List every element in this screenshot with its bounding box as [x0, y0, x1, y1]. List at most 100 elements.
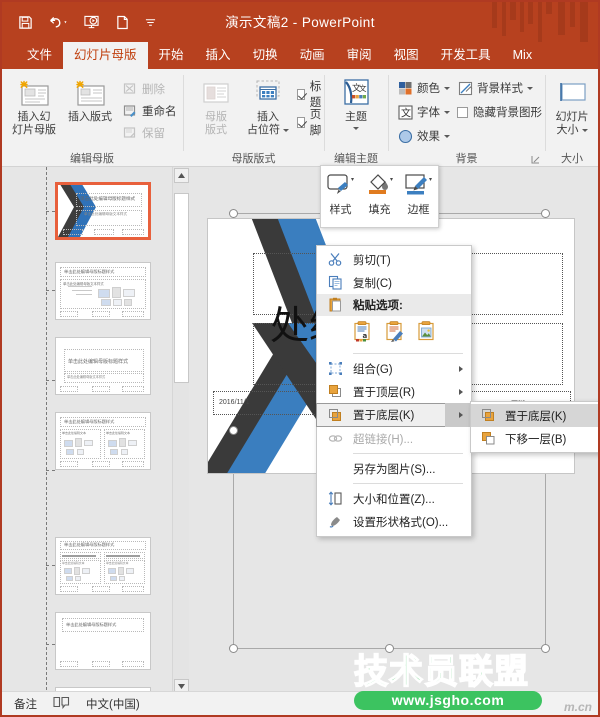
title-checkbox[interactable]: 标题: [297, 85, 325, 103]
thumbnail-scrollbar[interactable]: [172, 167, 189, 695]
submenu-item-send-backward[interactable]: 下移一层(B): [471, 427, 600, 450]
scroll-up-arrow-icon[interactable]: [174, 168, 189, 183]
insert-placeholder-button[interactable]: 插入 占位符: [242, 77, 294, 137]
master-layout-label-1: 母版: [190, 111, 242, 124]
theme-colors-button[interactable]: 颜色: [397, 78, 450, 98]
bg-styles-icon: [457, 80, 473, 96]
list-item[interactable]: 单击此处编辑母版标题样式 单击此处编辑母版文本样式: [55, 337, 151, 395]
tab-developer[interactable]: 开发工具: [430, 42, 502, 69]
theme-chevron-down-icon[interactable]: [353, 127, 359, 130]
thumb-connector: [46, 565, 55, 566]
insert-slide-master-button[interactable]: 插入幻 灯片母版: [8, 77, 60, 137]
fonts-chevron-down-icon[interactable]: [444, 111, 450, 114]
list-item[interactable]: 单击此处编辑母版标题样式 单击此处编辑母版文本样式: [55, 262, 151, 320]
master-layout-icon: [190, 77, 242, 111]
slide-size-label-1: 幻灯片: [548, 111, 596, 124]
context-menu-item-send-to-back[interactable]: 置于底层(K): [316, 403, 472, 427]
resize-handle-nw[interactable]: [229, 209, 238, 218]
context-menu[interactable]: 剪切(T) 复制(C) 粘贴选项: a: [316, 245, 472, 537]
context-menu-item-size-and-position[interactable]: 大小和位置(Z)...: [317, 487, 471, 510]
theme-fonts-button[interactable]: 文 字体: [397, 102, 450, 122]
paste-as-picture-icon[interactable]: [417, 321, 437, 345]
context-menu-item-cut[interactable]: 剪切(T): [317, 248, 471, 271]
delete-master-button[interactable]: 删除: [122, 79, 165, 99]
tab-file[interactable]: 文件: [16, 42, 63, 69]
checkbox-hide-bg-box[interactable]: [457, 107, 468, 118]
tab-transitions[interactable]: 切换: [242, 42, 289, 69]
context-menu-item-group[interactable]: 组合(G): [317, 357, 471, 380]
tab-mix[interactable]: Mix: [502, 42, 543, 69]
preserve-label: 保留: [142, 125, 165, 141]
tab-animations[interactable]: 动画: [289, 42, 336, 69]
hide-bg-graphics-checkbox[interactable]: 隐藏背景图形: [457, 103, 542, 121]
slide-size-button[interactable]: 幻灯片 大小: [548, 77, 596, 137]
list-item[interactable]: 单击此处编辑母版标题样式 单击此处编辑文本 单击此处编辑文本: [55, 412, 151, 470]
ribbon-group-edit-master: 插入幻 灯片母版 插入版式: [2, 69, 182, 167]
resize-handle-sw[interactable]: [229, 644, 238, 653]
resize-handle-ne[interactable]: [541, 209, 550, 218]
submenu-item-send-backward-label: 下移一层(B): [505, 431, 566, 447]
resize-handle-w[interactable]: [229, 426, 238, 435]
slide-size-chevron-down-icon[interactable]: [582, 129, 588, 132]
ribbon: 插入幻 灯片母版 插入版式: [2, 69, 598, 167]
context-menu-item-format-shape[interactable]: 设置形状格式(O)...: [317, 510, 471, 533]
tab-view[interactable]: 视图: [383, 42, 430, 69]
tab-slide-master[interactable]: 幻灯片母版: [63, 42, 148, 69]
rename-master-button[interactable]: 重命名: [122, 101, 177, 121]
submenu-item-send-to-back[interactable]: 置于底层(K): [471, 404, 600, 427]
chevron-down-icon[interactable]: [283, 129, 289, 132]
footer-checkbox[interactable]: 页脚: [297, 113, 325, 131]
size-position-icon: [326, 490, 344, 508]
list-item[interactable]: 单击此处编辑母版标题样式 单击此处编辑母版文本样式: [55, 182, 151, 240]
tab-review[interactable]: 审阅: [336, 42, 383, 69]
master-layout-label-2: 版式: [190, 124, 242, 137]
thumb-body-text: 单击此处编辑母版文本样式: [84, 212, 127, 217]
rename-label: 重命名: [142, 103, 177, 119]
notes-label: 备注: [14, 696, 37, 712]
insert-layout-button[interactable]: 插入版式: [64, 77, 116, 124]
paste-options-row[interactable]: a: [317, 316, 471, 350]
context-menu-item-bring-to-front[interactable]: 置于顶层(R): [317, 380, 471, 403]
theme-button[interactable]: 文 文 主题: [330, 77, 382, 130]
submenu-arrow-icon: [459, 389, 463, 395]
notes-button[interactable]: 备注: [14, 696, 37, 712]
ribbon-tabs[interactable]: 文件 幻灯片母版 开始 插入 切换 动画 审阅 视图 开发工具 Mix: [2, 42, 598, 69]
scrollbar-thumb[interactable]: [174, 193, 189, 383]
checkbox-title-box[interactable]: [297, 89, 305, 100]
context-menu-item-copy[interactable]: 复制(C): [317, 271, 471, 294]
context-menu-item-format-shape-label: 设置形状格式(O)...: [353, 514, 448, 530]
bg-styles-chevron-down-icon[interactable]: [527, 87, 533, 90]
theme-effects-button[interactable]: 效果: [397, 126, 450, 146]
fonts-label: 字体: [417, 104, 440, 120]
context-menu-item-copy-label: 复制(C): [353, 275, 392, 291]
resize-handle-s[interactable]: [385, 644, 394, 653]
background-styles-button[interactable]: 背景样式: [457, 78, 533, 98]
mini-outline-button[interactable]: 边框: [401, 171, 437, 217]
outline-pencil-icon: [401, 171, 437, 201]
list-item[interactable]: 单击此处编辑母版标题样式: [55, 612, 151, 670]
context-menu-item-save-as-picture[interactable]: 另存为图片(S)...: [317, 457, 471, 480]
colors-chevron-down-icon[interactable]: [444, 87, 450, 90]
ribbon-group-edit-theme: 文 文 主题 编辑主题: [325, 69, 387, 167]
context-menu-separator-3: [353, 483, 463, 484]
effects-chevron-down-icon[interactable]: [444, 135, 450, 138]
master-layout-button[interactable]: 母版 版式: [190, 77, 242, 137]
ribbon-group-label-size: 大小: [546, 150, 598, 166]
floating-mini-toolbar[interactable]: 样式 填充: [320, 165, 439, 228]
mini-style-button[interactable]: 样式: [323, 171, 359, 217]
list-item[interactable]: 单击此处编辑母版标题样式 单击此处编辑文本 单击此处编辑文本: [55, 537, 151, 595]
mini-fill-button[interactable]: 填充: [362, 171, 398, 217]
paste-use-destination-theme-icon[interactable]: [385, 321, 405, 345]
tab-insert[interactable]: 插入: [195, 42, 242, 69]
paste-keep-source-formatting-icon[interactable]: a: [353, 321, 373, 345]
fill-bucket-icon: [362, 171, 398, 201]
slide-thumbnail-pane[interactable]: 单击此处编辑母版标题样式 单击此处编辑母版文本样式 单击此处编辑母版标题样式 单…: [2, 167, 174, 695]
send-to-back-submenu[interactable]: 置于底层(K) 下移一层(B): [470, 401, 600, 453]
checkbox-footer-box[interactable]: [297, 117, 305, 128]
tab-home[interactable]: 开始: [148, 42, 195, 69]
resize-handle-se[interactable]: [541, 644, 550, 653]
language-indicator[interactable]: 中文(中国): [86, 696, 140, 712]
insert-placeholder-icon: [242, 77, 294, 111]
preserve-master-button[interactable]: 保留: [122, 123, 165, 143]
comments-button[interactable]: [53, 696, 70, 712]
